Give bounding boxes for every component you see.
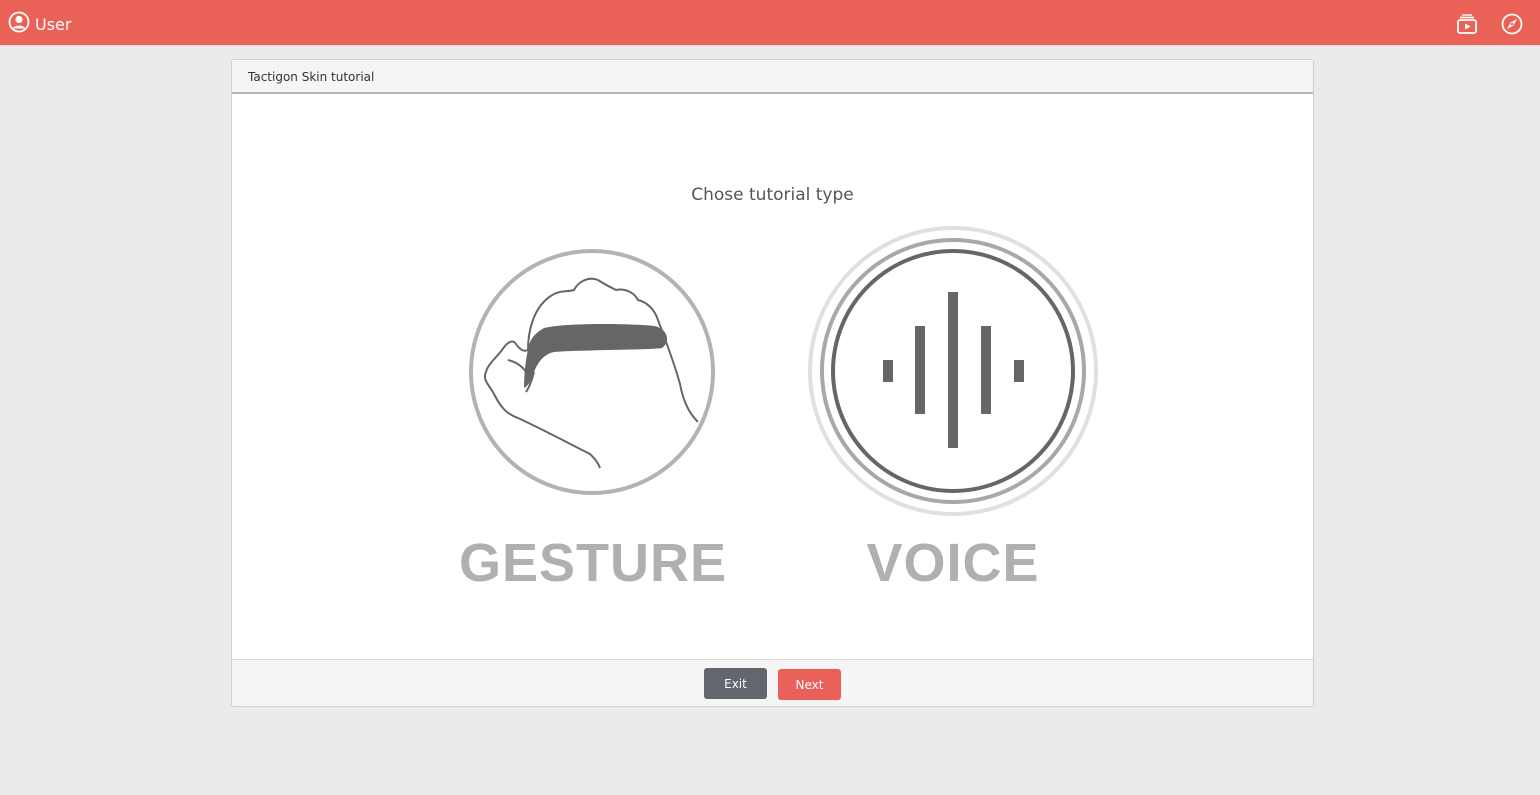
tutorial-dialog: Tactigon Skin tutorial Chose tutorial ty…	[231, 59, 1314, 707]
user-label: User	[35, 14, 72, 34]
voice-option[interactable]: VOICE	[804, 222, 1102, 606]
next-button[interactable]: Next	[778, 669, 841, 700]
user-button[interactable]: User	[8, 11, 72, 37]
gesture-label: GESTURE	[458, 533, 728, 593]
tutorial-type-prompt: Chose tutorial type	[691, 185, 854, 205]
top-bar: User	[0, 0, 1540, 46]
dialog-footer: Exit Next	[232, 659, 1313, 706]
video-tutorial-icon[interactable]	[1455, 12, 1479, 36]
compass-icon[interactable]	[1500, 12, 1524, 36]
gesture-option[interactable]: GESTURE	[458, 246, 728, 606]
dialog-header: Tactigon Skin tutorial	[232, 60, 1313, 94]
voice-label: VOICE	[866, 533, 1040, 593]
user-circle-icon	[8, 11, 30, 37]
dialog-title: Tactigon Skin tutorial	[248, 70, 375, 84]
exit-button[interactable]: Exit	[704, 668, 767, 699]
